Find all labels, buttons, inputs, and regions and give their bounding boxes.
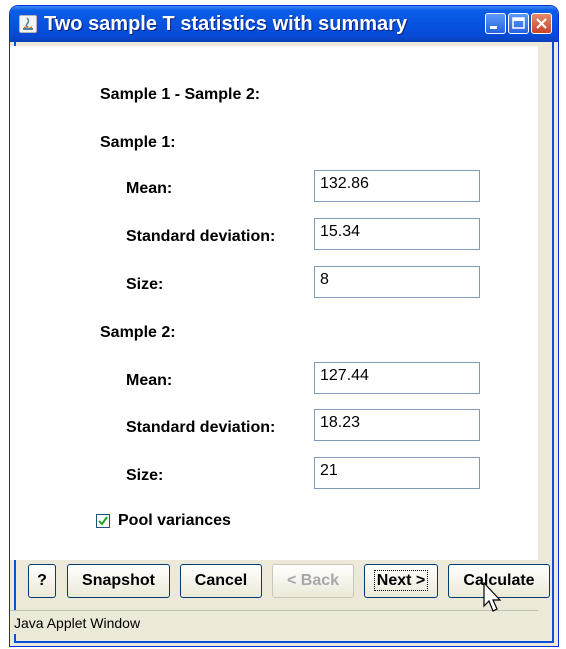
sample2-mean-label: Mean: [126, 372, 173, 389]
minimize-button[interactable] [485, 13, 506, 34]
mouse-cursor-icon [483, 582, 502, 612]
next-button[interactable]: Next > [364, 564, 438, 598]
sample1-sd-label: Standard deviation: [126, 228, 276, 245]
status-bar: Java Applet Window [10, 610, 538, 634]
sample1-size-input[interactable]: 8 [314, 266, 480, 298]
sample1-mean-input[interactable]: 132.86 [314, 170, 480, 202]
help-button[interactable]: ? [28, 564, 56, 598]
minimize-icon [490, 26, 497, 29]
java-icon [19, 15, 37, 33]
sample2-size-label: Size: [126, 467, 164, 484]
difference-heading: Sample 1 - Sample 2: [100, 86, 261, 103]
form-panel: Sample 1 - Sample 2: Sample 1: Mean: 132… [10, 46, 538, 560]
sample1-heading: Sample 1: [100, 134, 176, 151]
close-icon [536, 18, 547, 29]
sample1-sd-input[interactable]: 15.34 [314, 218, 480, 250]
window-title: Two sample T statistics with summary [44, 13, 408, 35]
sample2-mean-input[interactable]: 127.44 [314, 362, 480, 394]
sample1-size-label: Size: [126, 276, 164, 293]
sample2-sd-input[interactable]: 18.23 [314, 409, 480, 441]
sample2-sd-label: Standard deviation: [126, 419, 276, 436]
checkmark-icon [98, 516, 108, 526]
pool-variances-label[interactable]: Pool variances [118, 512, 231, 530]
close-button[interactable] [531, 13, 552, 34]
sample1-mean-label: Mean: [126, 180, 173, 197]
next-button-label: Next > [373, 570, 429, 591]
maximize-icon [512, 17, 525, 29]
cancel-button[interactable]: Cancel [180, 564, 262, 598]
maximize-button[interactable] [508, 13, 529, 34]
pool-variances-checkbox[interactable] [96, 514, 110, 528]
back-button[interactable]: < Back [272, 564, 354, 598]
sample2-size-input[interactable]: 21 [314, 457, 480, 489]
desktop-background [0, 0, 8, 649]
snapshot-button[interactable]: Snapshot [67, 564, 170, 598]
sample2-heading: Sample 2: [100, 324, 176, 341]
title-bar[interactable]: Two sample T statistics with summary [10, 6, 558, 42]
